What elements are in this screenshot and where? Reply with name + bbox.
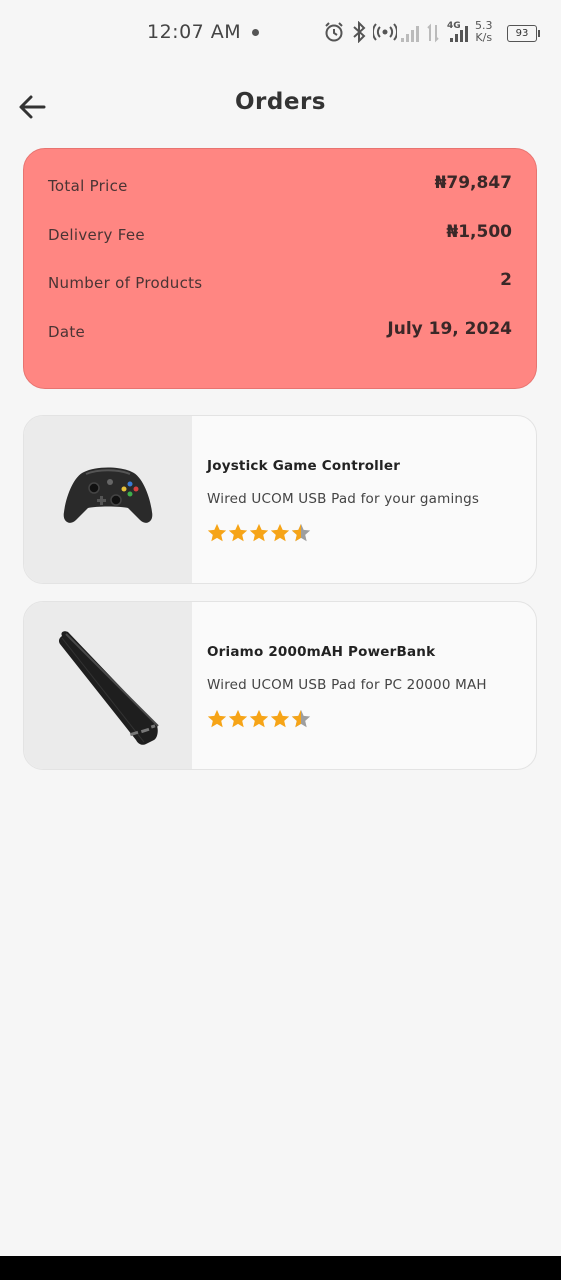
network-speed: 5.3 K/s [475,20,493,44]
product-rating [206,522,316,546]
summary-row-total-price: Total Price ₦79,847 [48,173,512,203]
star-icon [207,709,227,728]
hotspot-icon [373,23,397,41]
battery-icon: 93 [507,25,540,42]
star-half-icon [291,523,311,542]
signal-4g-icon: 4G [447,21,468,42]
product-image [24,602,192,769]
product-card[interactable]: Joystick Game Controller Wired UCOM USB … [23,415,537,584]
star-icon [270,523,290,542]
star-icon [228,709,248,728]
signal-icon [401,26,419,42]
star-icon [249,523,269,542]
status-bar: 12:07 AM 4G 5.3 K/s 93 [0,0,561,66]
status-icons: 4G 5.3 K/s 93 [323,20,543,46]
product-name: Joystick Game Controller [207,458,401,474]
product-card[interactable]: Oriamo 2000mAH PowerBank Wired UCOM USB … [23,601,537,770]
product-name: Oriamo 2000mAH PowerBank [207,644,436,660]
summary-value: July 19, 2024 [387,319,512,339]
svg-text:4G: 4G [447,21,461,31]
star-icon [270,709,290,728]
product-description: Wired UCOM USB Pad for your gamings [207,491,480,507]
data-arrows-icon [427,23,439,43]
network-speed-unit: K/s [475,31,493,44]
summary-label: Number of Products [48,274,203,292]
bluetooth-icon [353,21,366,43]
star-half-icon [291,709,311,728]
summary-label: Date [48,323,86,341]
summary-row-date: Date July 19, 2024 [48,319,512,349]
order-summary-card: Total Price ₦79,847 Delivery Fee ₦1,500 … [23,148,537,389]
star-icon [249,709,269,728]
navigation-bar [0,1256,561,1280]
summary-row-delivery-fee: Delivery Fee ₦1,500 [48,222,512,252]
star-icon [228,523,248,542]
summary-row-number-of-products: Number of Products 2 [48,270,512,300]
status-time: 12:07 AM [147,21,242,43]
notification-dot [252,29,259,36]
summary-value: 2 [500,270,512,290]
product-image [24,416,192,583]
summary-value: ₦1,500 [446,222,512,242]
game-controller-image [63,467,153,523]
power-bank-image [58,631,159,745]
summary-label: Total Price [48,177,128,195]
star-icon [207,523,227,542]
summary-value: ₦79,847 [434,173,512,193]
product-rating [206,708,316,732]
product-description: Wired UCOM USB Pad for PC 20000 MAH [207,677,487,693]
alarm-icon [325,22,343,42]
summary-label: Delivery Fee [48,226,145,244]
page-title: Orders [235,89,326,115]
